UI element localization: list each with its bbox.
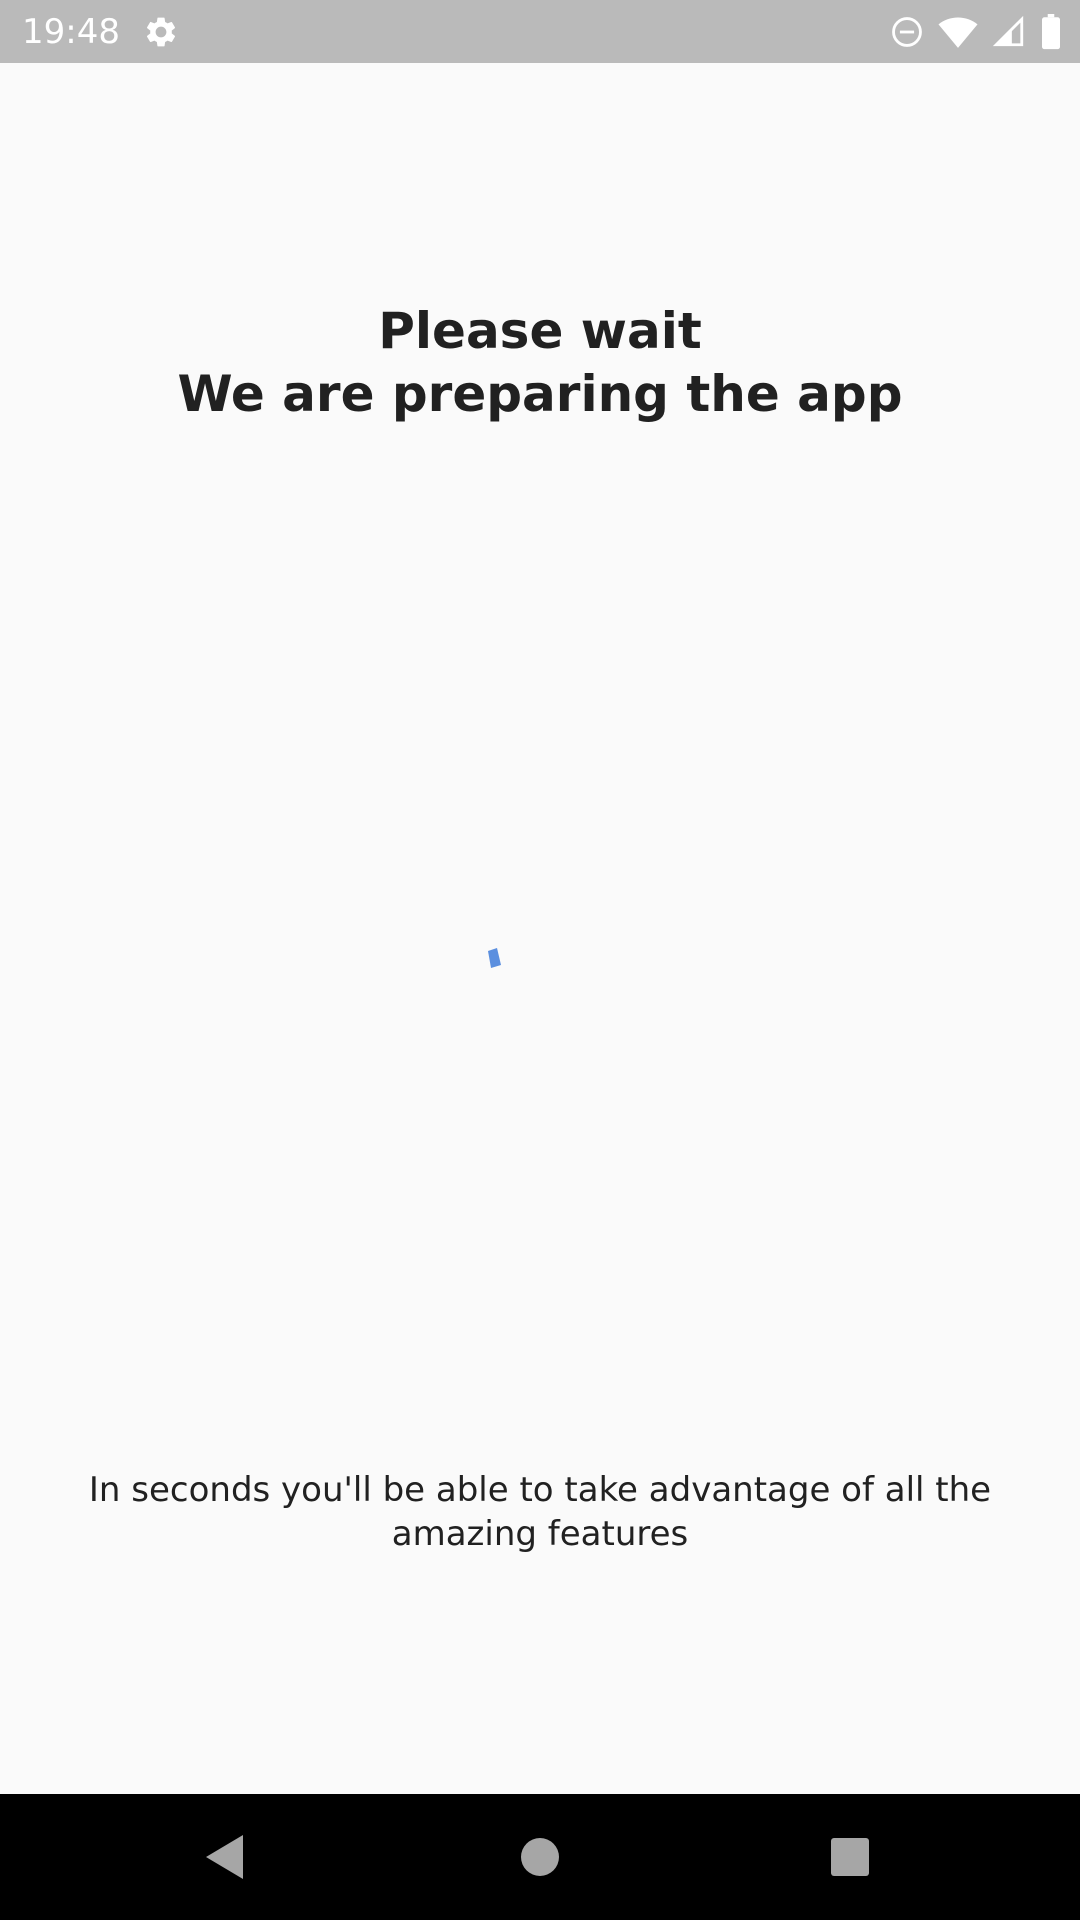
wifi-icon: [938, 15, 978, 49]
loading-message: In seconds you'll be able to take advant…: [88, 1470, 992, 1554]
loading-spinner-icon: [488, 948, 501, 968]
cell-signal-icon: [992, 15, 1026, 49]
navigation-bar: [0, 1794, 1080, 1920]
nav-back-button[interactable]: [155, 1794, 295, 1920]
nav-home-button[interactable]: [470, 1794, 610, 1920]
nav-recents-button[interactable]: [780, 1794, 920, 1920]
status-icons: [890, 12, 1062, 52]
battery-icon: [1040, 14, 1062, 50]
status-time: 19:48: [22, 12, 120, 52]
title-line-1: Please wait: [378, 302, 702, 360]
home-icon: [521, 1838, 559, 1876]
title-line-2: We are preparing the app: [177, 365, 903, 423]
back-icon: [206, 1835, 243, 1879]
recents-icon: [831, 1838, 869, 1876]
do-not-disturb-icon: [890, 15, 924, 49]
page-title: Please wait We are preparing the app: [0, 300, 1080, 426]
settings-gear-icon: [143, 14, 179, 50]
loading-screen: 19:48 Please wait We are preparing the a…: [0, 0, 1080, 1920]
status-bar: 19:48: [0, 0, 1080, 63]
